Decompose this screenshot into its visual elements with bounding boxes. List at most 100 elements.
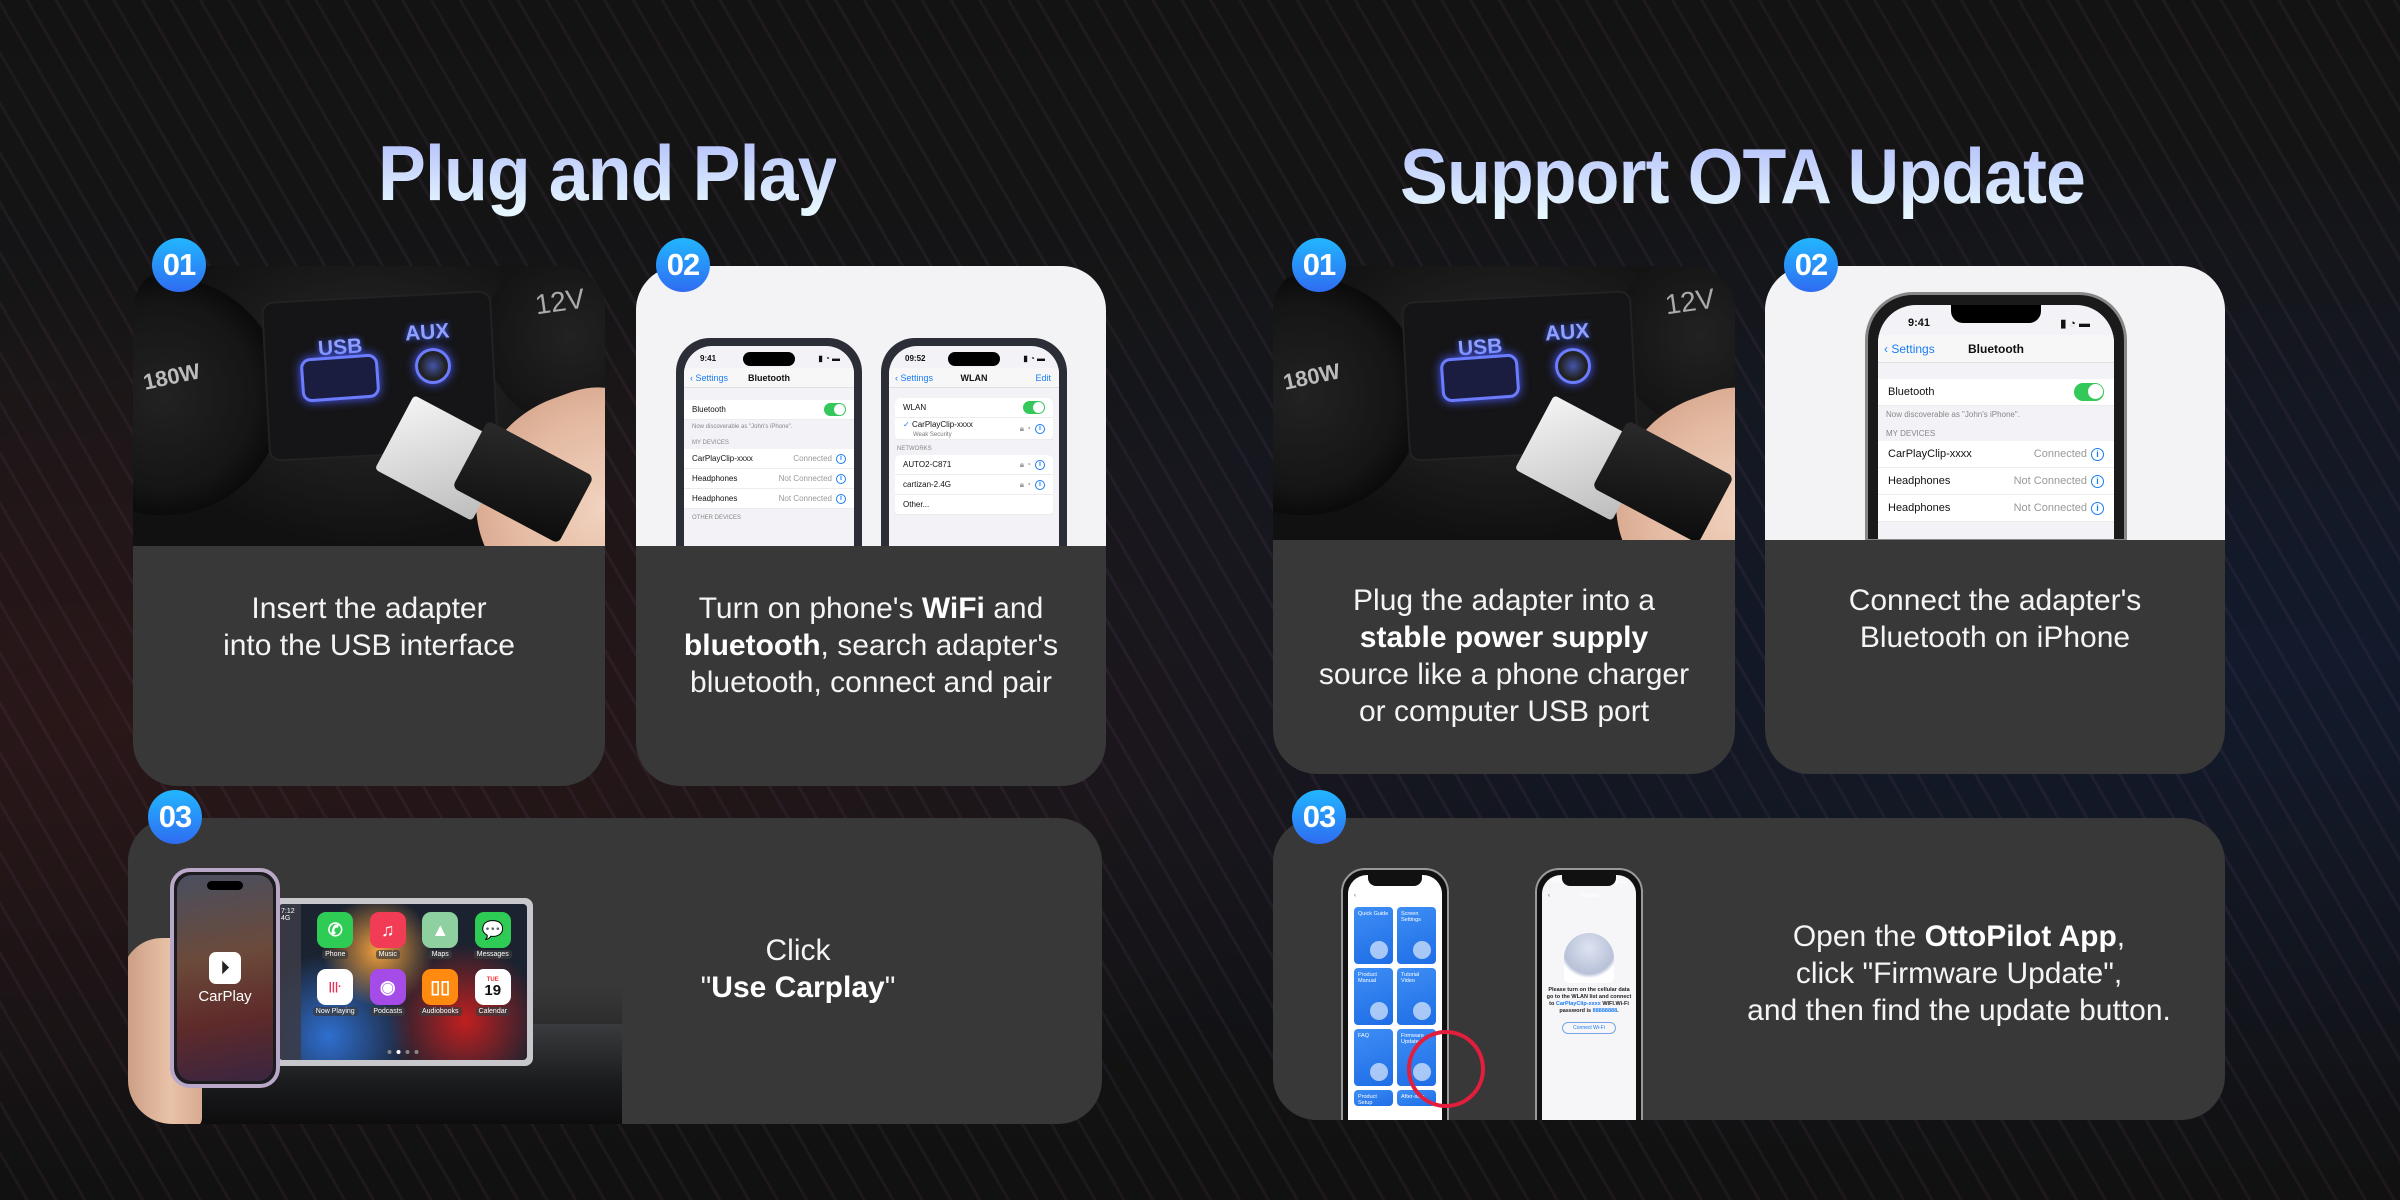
plug-and-play-title: Plug and Play [378,129,838,217]
podcasts-icon: ◉ [369,969,406,1005]
device-row[interactable]: Headphones Not Connected i [1878,495,2114,522]
carplay-app-calendar[interactable]: TUE 19 Calendar [467,969,520,1016]
bluetooth-phone: 9:41 ▮ ◔ ▬ ‹ Settings Bluetooth Bluetooth… [1865,292,2127,540]
discoverable-hint: Now discoverable as "John's iPhone". [1886,410,2020,419]
tile-label: Screen Settings [1401,911,1421,923]
aux-port-icon [1555,348,1591,384]
pp-step1-caption: Insert the adapter into the USB interfac… [133,590,605,664]
usb-port-icon [1439,353,1521,403]
held-iphone: ⏵ CarPlay [170,868,280,1088]
app-tile-product-manual[interactable]: Product Manual [1354,968,1393,1025]
info-icon[interactable]: i [836,453,846,464]
pp-step1-card: 180W 12V USB AUX Insert the adapter into… [133,266,605,786]
device-row[interactable]: CarPlayClip-xxxx Connected i [684,449,854,469]
page-dot[interactable] [387,1050,392,1054]
carplay-app-messages[interactable]: 💬 Messages [467,912,520,959]
notch [1562,875,1616,886]
carplay-app-grid: ✆ Phone ♫ Music ▲ Maps 💬 Messages |||· Now Playin… [309,912,519,1016]
device-row[interactable]: CarPlayClip-xxxx Connected i [1878,441,2114,468]
notch [1368,875,1422,886]
edit-button[interactable]: Edit [1035,373,1051,383]
use-carplay-emphasis: Use Carplay [711,971,885,1004]
wifi-emphasis: WiFi [921,592,985,625]
status-time: 09:52 [905,354,926,363]
info-icon[interactable]: i [2091,501,2104,515]
app-tile-product-setup[interactable]: Product Setup [1354,1090,1393,1106]
pp-step3-card: 7:12 4G ✆ Phone ♫ Music ▲ Maps 💬 Messages |||· No… [128,818,1102,1124]
carplay-app-podcasts[interactable]: ◉ Podcasts [362,969,415,1016]
tile-illustration-icon [1413,941,1431,959]
connect-wifi-button[interactable]: Connect Wi-Fi [1562,1021,1616,1034]
lock-wifi-icon: 🔒︎ ◔ [1019,479,1031,489]
carplay-label: CarPlay [198,987,252,1005]
discoverable-hint: Now discoverable as "John's iPhone". [692,424,793,430]
ota-step2-caption: Connect the adapter's Bluetooth on iPhon… [1765,582,2225,656]
calendar-icon: TUE 19 [474,969,511,1005]
screen-title: Bluetooth [1968,341,2024,356]
wifi-password: 88888888 [1592,1008,1618,1015]
page-dot[interactable] [405,1050,410,1054]
step-badge-ota-03: 03 [1292,790,1346,844]
carplay-app-phone[interactable]: ✆ Phone [309,912,362,959]
app-tile-tutorial-video[interactable]: Tutorial Video [1397,968,1436,1025]
power-socket-left [1273,276,1423,516]
carplay-app-audiobooks[interactable]: ▯▯ Audiobooks [414,969,467,1016]
device-row[interactable]: Headphones Not Connected i [684,489,854,509]
step-badge-ota-01: 01 [1292,238,1346,292]
bluetooth-emphasis: bluetooth [683,629,821,662]
network-row[interactable]: AUTO2-C871 🔒︎ ◔ i [895,455,1053,475]
lock-wifi-icon: 🔒︎ ◔ [1019,423,1031,433]
ufo-illustration-icon [1564,933,1614,983]
back-icon[interactable]: ‹ [1354,889,1356,903]
dynamic-island [207,881,243,890]
info-icon[interactable]: i [2091,474,2104,488]
tile-label: Product Manual [1358,972,1377,984]
bluetooth-toggle[interactable] [824,403,846,416]
bluetooth-label: Bluetooth [692,405,726,414]
page-dot[interactable] [414,1050,419,1054]
app-label: Phone [322,950,349,959]
app-label: Maps [428,950,452,959]
network-row[interactable]: cartizan-2.4G 🔒︎ ◔ i [895,475,1053,495]
carplay-icon[interactable]: ⏵ [209,951,241,984]
connected-network-row[interactable]: ✓ CarPlayClip-xxxx Weak Security 🔒︎ ◔ i [895,418,1053,440]
back-settings-link[interactable]: ‹ Settings [895,373,933,383]
app-tile-quick-guide[interactable]: Quick Guide [1354,907,1393,964]
network-row[interactable]: Other... [895,495,1053,515]
info-icon[interactable]: i [1035,459,1045,470]
back-settings-link[interactable]: ‹ Settings [690,373,728,383]
info-icon[interactable]: i [2091,447,2104,461]
carplay-app-music[interactable]: ♫ Music [362,912,415,959]
back-icon[interactable]: ‹ [1548,889,1550,903]
carplay-app-now-playing[interactable]: |||· Now Playing [309,969,362,1016]
app-tile-screen-settings[interactable]: Screen Settings [1397,907,1436,964]
tile-illustration-icon [1370,941,1388,959]
other-devices-header: OTHER DEVICES [692,515,742,521]
caption-line: Plug the adapter into a [1353,584,1655,617]
aux-label: AUX [404,319,451,346]
info-icon[interactable]: i [836,473,846,484]
app-tile-faq[interactable]: FAQ [1354,1029,1393,1086]
tile-label: FAQ [1358,1033,1370,1039]
signal-wifi-battery-icon: ▮◔▬ [1615,879,1626,885]
page-dot[interactable] [396,1050,401,1054]
ota-step1-card: 180W 12V USB AUX Plug the adapter into a… [1273,266,1735,774]
device-row[interactable]: Headphones Not Connected i [1878,468,2114,495]
status-time: 9:41 [1908,317,1931,329]
usb-port-photo: 180W 12V USB AUX [1273,266,1735,540]
tile-illustration-icon [1370,1063,1388,1081]
device-row[interactable]: Headphones Not Connected i [684,469,854,489]
maps-icon: ▲ [422,912,459,948]
my-devices-header: MY DEVICES [1886,429,1936,438]
info-icon[interactable]: i [1035,423,1045,434]
bluetooth-toggle[interactable] [2074,383,2104,401]
back-settings-link[interactable]: ‹ Settings [1884,342,1935,356]
tile-illustration-icon [1413,1002,1431,1020]
caption-line: and then find the update button. [1747,994,2171,1027]
signal-wifi-battery-icon: ▮ ◔ ▬ [2060,318,2090,330]
wlan-toggle[interactable] [1023,401,1045,414]
info-icon[interactable]: i [1035,479,1045,490]
carplay-app-maps[interactable]: ▲ Maps [414,912,467,959]
tile-label: Product Setup [1358,1094,1377,1106]
info-icon[interactable]: i [836,493,846,504]
